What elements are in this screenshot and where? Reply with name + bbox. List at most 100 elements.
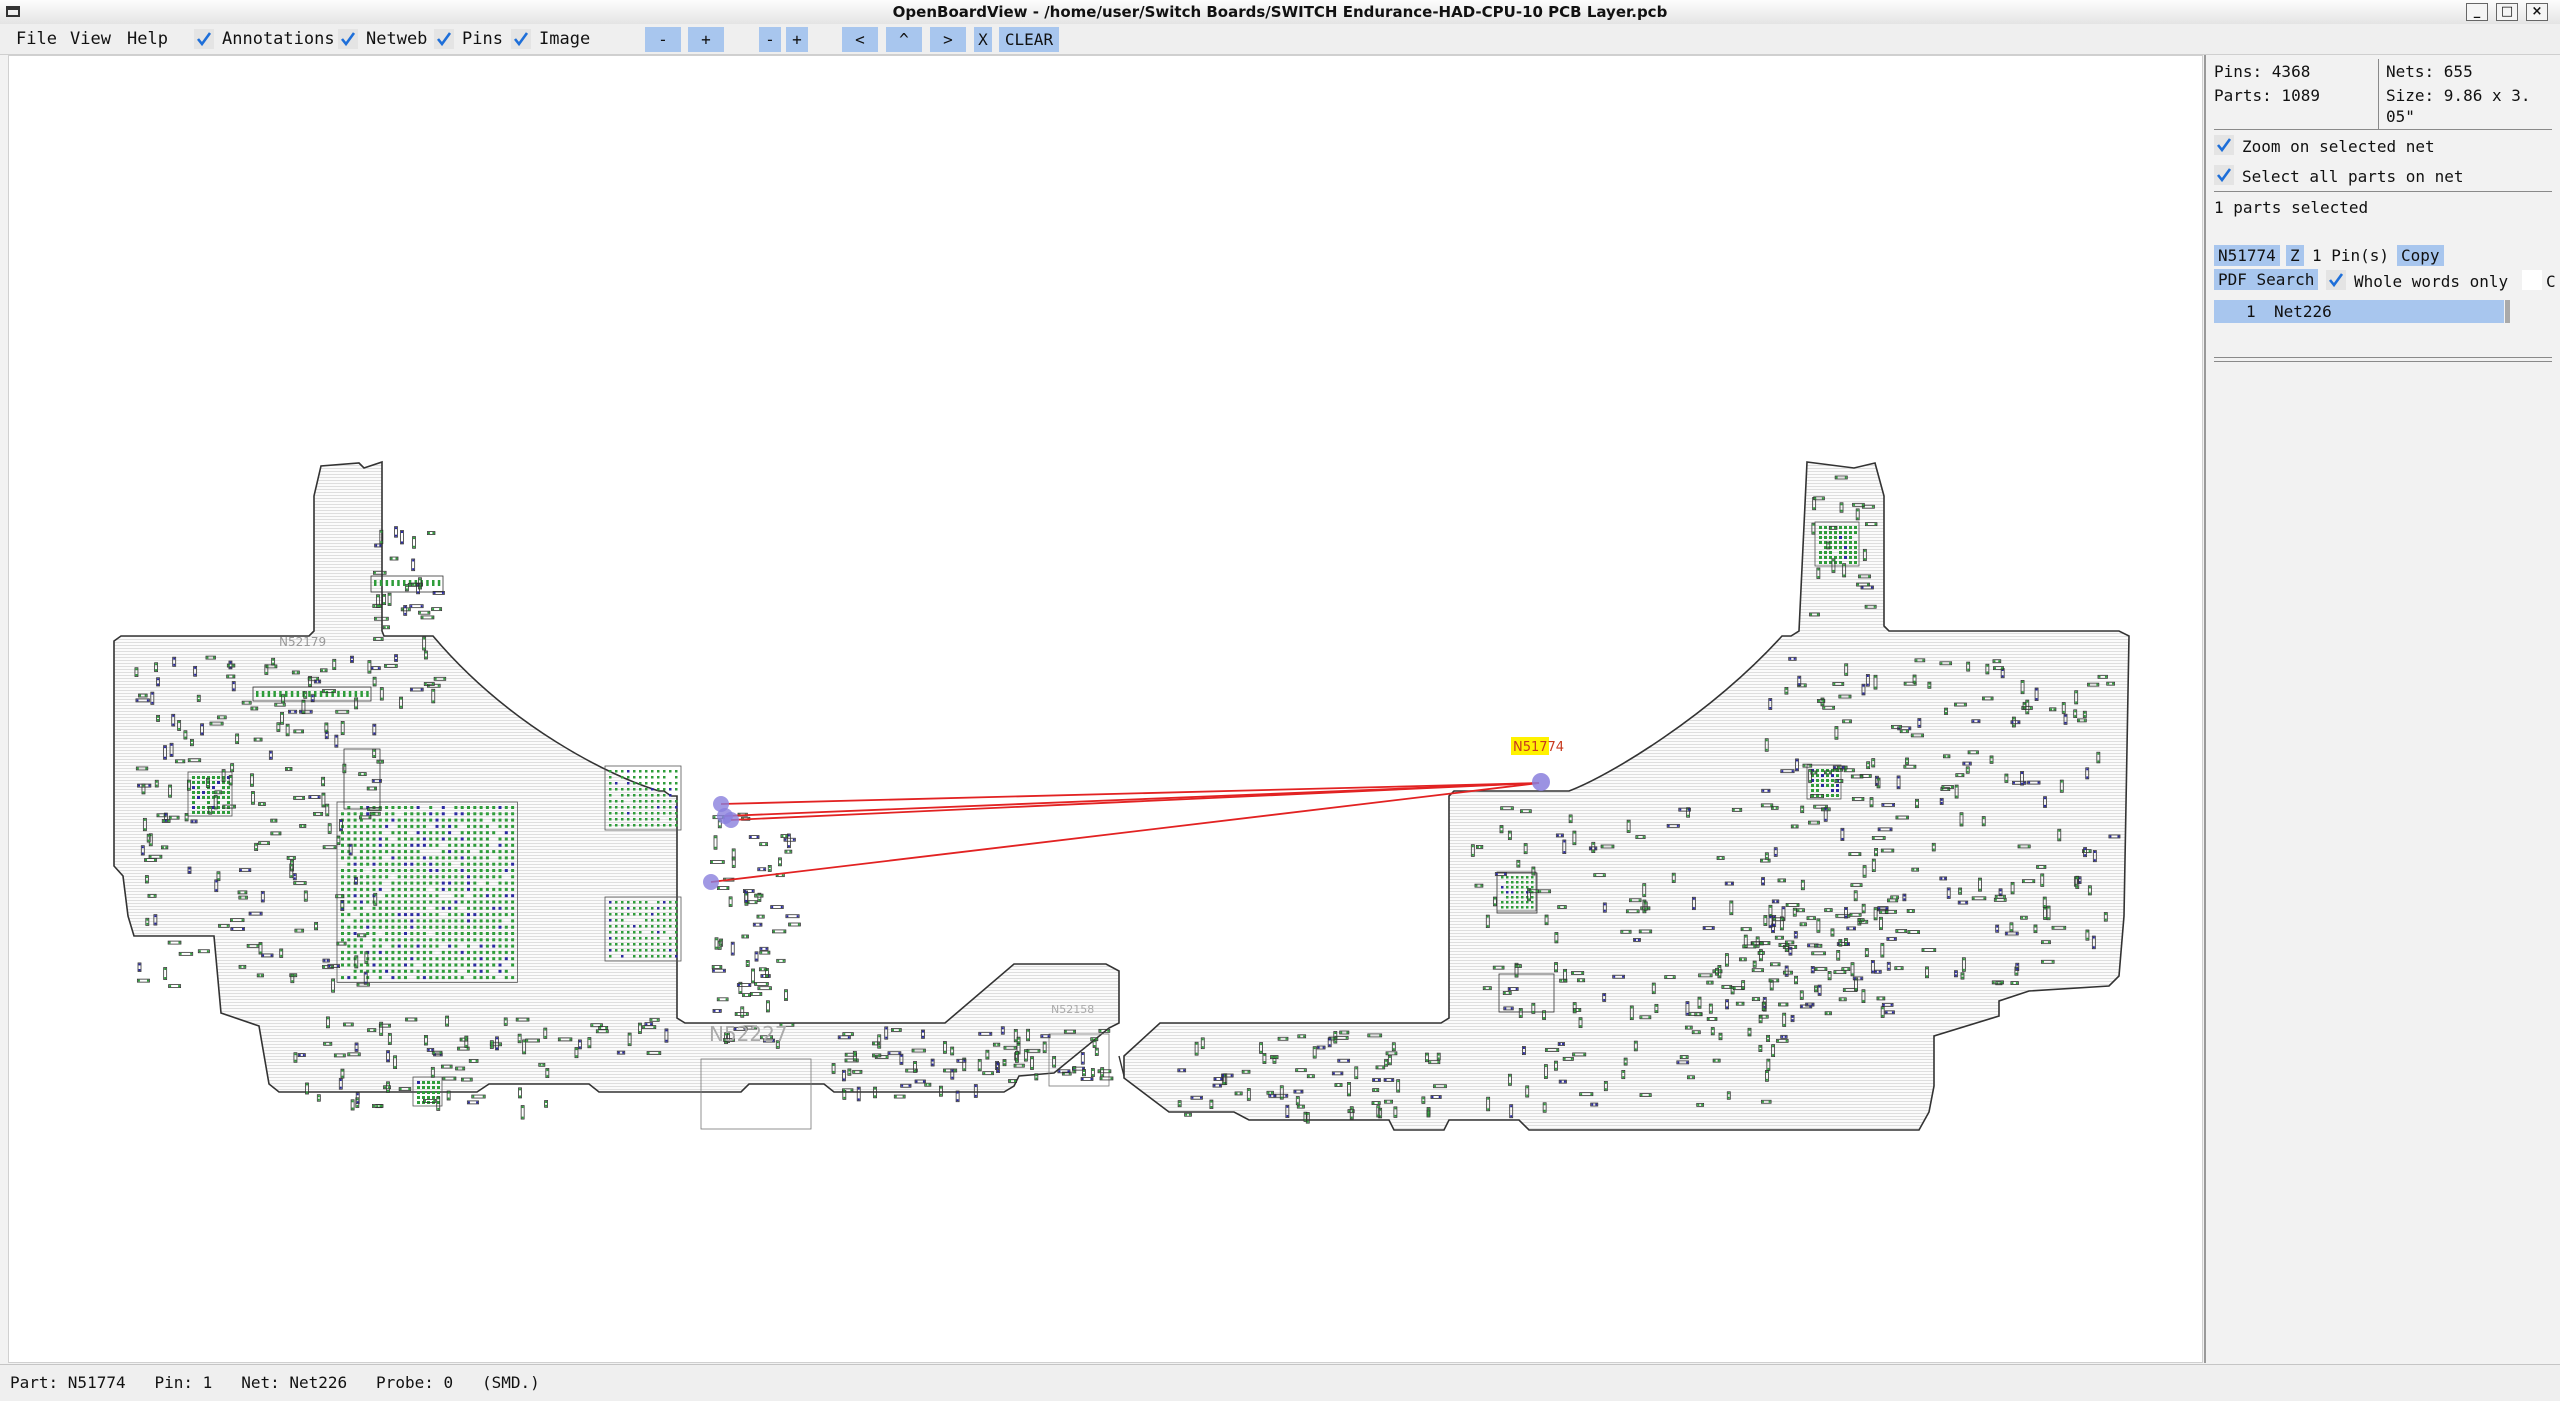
pan-left-button[interactable]: < [842,27,878,52]
pad [359,906,363,910]
pad [1845,907,1848,910]
net-pin-marker[interactable] [703,874,719,890]
pan-up-button[interactable]: ^ [886,27,922,52]
pad [1762,882,1765,885]
pins-checkbox[interactable] [434,29,454,49]
part-label-n52227[interactable]: N52227 [709,1022,788,1046]
menu-help[interactable]: Help [127,29,168,49]
selected-pin-marker[interactable] [1532,773,1550,791]
net-list-scrollbar[interactable] [2505,300,2510,323]
pad [467,812,470,816]
part-name-chip[interactable]: N51774 [2214,245,2280,266]
menu-view[interactable]: View [70,29,111,49]
pad [473,837,477,841]
pad [308,691,311,697]
maximize-button[interactable]: □ [2496,3,2518,21]
pad [1770,987,1773,990]
pad [479,932,483,935]
pad [232,675,235,678]
zoom-in-button[interactable]: + [688,27,724,52]
whole-words-checkbox[interactable] [2326,270,2346,290]
board-canvas[interactable]: N52179 N52227 N52158 N51774 [8,55,2203,1363]
pad [657,955,660,958]
pad [978,1068,981,1071]
pad [435,856,439,860]
pad [1836,774,1839,777]
selected-part-label[interactable]: N51774 [1513,740,1564,755]
parts-count: Parts: 1089 [2214,86,2320,105]
pad [467,850,470,854]
zoom-to-part-button[interactable]: Z [2286,245,2304,266]
part-label-n52158[interactable]: N52158 [1051,1003,1094,1016]
pad [1796,903,1799,906]
image-checkbox[interactable] [511,29,531,49]
pad [394,1056,397,1059]
net-list-row[interactable]: 1 Net226 [2214,300,2504,323]
pad [1759,1049,1762,1052]
pad [1983,897,1986,900]
pad [412,568,415,571]
pad [479,900,483,904]
pad [404,837,407,841]
pad [265,671,268,674]
pad [1849,546,1852,549]
pad [385,617,388,620]
zoom-on-net-checkbox[interactable] [2214,135,2234,155]
pad [404,875,407,879]
pad [300,824,303,827]
pad [915,1080,918,1083]
pdf-search-button[interactable]: PDF Search [2214,269,2319,290]
pad [1849,853,1852,856]
pad [1887,899,1890,902]
pad [1880,911,1883,914]
copy-button[interactable]: Copy [2397,245,2444,266]
menu-file[interactable]: File [16,29,57,49]
pad [1834,526,1837,529]
pad [404,925,407,929]
pad [1504,1007,1507,1010]
pan-right-button[interactable]: > [930,27,966,52]
pad [1990,756,1993,759]
pad [359,963,363,967]
part-label-n52179[interactable]: N52179 [279,635,326,649]
pad [1849,561,1852,564]
select-all-on-net-checkbox[interactable] [2214,165,2234,185]
close-window-button[interactable]: × [2526,3,2548,21]
pad [404,906,407,910]
pad [1885,907,1888,910]
pad [1847,927,1850,930]
pad [422,1086,425,1089]
pad [448,881,452,885]
netweb-checkbox[interactable] [338,29,358,49]
grow-button[interactable]: + [786,27,808,52]
case-sensitive-checkbox[interactable] [2522,270,2542,290]
pad [492,976,496,980]
pcb-view[interactable]: N52179 N52227 N52158 N51774 [9,56,2202,1362]
clear-button[interactable]: CLEAR [999,27,1059,52]
zoom-out-button[interactable]: - [645,27,681,52]
pad [178,985,181,988]
pad [348,691,352,697]
pad [485,925,489,929]
pad [1043,1050,1046,1053]
annotations-checkbox[interactable] [194,29,214,49]
pad [1214,1078,1217,1081]
pad [467,887,470,891]
pad [178,727,181,730]
minimize-button[interactable]: _ [2466,3,2488,21]
pad [454,976,458,980]
pad [372,913,376,917]
pad [366,900,370,904]
close-search-button[interactable]: X [974,27,992,52]
pad [843,1096,846,1099]
pad [498,869,502,872]
pad [385,957,389,961]
shrink-button[interactable]: - [759,27,781,52]
pad [1643,893,1646,896]
pad [324,1042,327,1045]
net-pin-marker[interactable] [723,812,739,828]
pad [448,913,452,917]
pad [2003,898,2006,901]
pad [1003,1063,1006,1066]
pad [435,875,439,879]
